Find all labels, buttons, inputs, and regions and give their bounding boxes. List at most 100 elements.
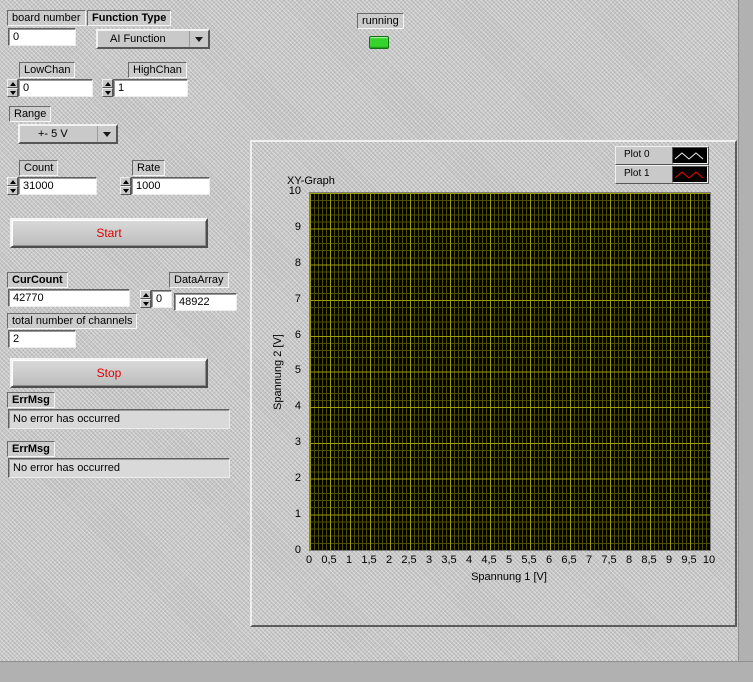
dataarray-index-field[interactable]: 0	[151, 290, 172, 308]
count-control: 31000	[7, 177, 97, 195]
running-label: running	[357, 13, 404, 29]
legend-item[interactable]: Plot 0	[615, 146, 709, 165]
down-arrow-icon	[9, 90, 16, 95]
curcount-label: CurCount	[7, 272, 68, 288]
x-tick-label: 5	[505, 554, 513, 566]
y-axis-title: Spannung 2 [V]	[272, 334, 284, 410]
x-tick-label: 7	[585, 554, 593, 566]
x-tick-label: 2,5	[401, 554, 417, 566]
dataarray-value-field: 48922	[174, 293, 237, 311]
highchan-control: 1	[102, 79, 188, 97]
plot-line-icon	[672, 166, 708, 183]
x-tick-label: 3,5	[441, 554, 457, 566]
total-channels-field: 2	[8, 330, 76, 348]
y-tick-label: 10	[288, 185, 301, 197]
errmsg-bottom-field: No error has occurred	[8, 458, 230, 478]
lowchan-decrement-button[interactable]	[7, 88, 18, 97]
function-type-value: AI Function	[110, 33, 166, 45]
x-tick-label: 7,5	[601, 554, 617, 566]
x-tick-label: 3	[425, 554, 433, 566]
x-tick-label: 0,5	[321, 554, 337, 566]
up-arrow-icon	[9, 81, 16, 86]
errmsg-bottom-label: ErrMsg	[7, 441, 55, 457]
highchan-decrement-button[interactable]	[102, 88, 113, 97]
range-dropdown[interactable]: +- 5 V	[18, 124, 118, 144]
legend-item-label: Plot 1	[624, 168, 650, 179]
board-number-field[interactable]: 0	[8, 28, 76, 46]
function-type-label: Function Type	[87, 10, 172, 26]
rate-increment-button[interactable]	[120, 177, 131, 186]
legend-item[interactable]: Plot 1	[615, 165, 709, 184]
y-tick-label: 8	[294, 256, 301, 269]
lowchan-label: LowChan	[19, 62, 76, 78]
x-tick-label: 6,5	[561, 554, 577, 566]
up-arrow-icon	[104, 81, 111, 86]
down-arrow-icon	[142, 301, 149, 306]
plot-legend: Plot 0 Plot 1	[615, 146, 709, 184]
dropdown-arrow-icon	[97, 126, 116, 142]
rate-field[interactable]: 1000	[131, 177, 210, 195]
y-tick-label: 9	[294, 220, 301, 233]
dataarray-index-decrement-button[interactable]	[140, 299, 151, 308]
down-arrow-icon	[122, 188, 129, 193]
up-arrow-icon	[9, 179, 16, 184]
highchan-label: HighChan	[128, 62, 187, 78]
y-tick-label: 1	[294, 508, 301, 521]
count-decrement-button[interactable]	[7, 186, 18, 195]
errmsg-top-field: No error has occurred	[8, 409, 230, 429]
y-tick-label: 0	[294, 543, 301, 556]
running-led	[369, 36, 389, 49]
count-label: Count	[19, 160, 59, 176]
x-tick-label: 8	[625, 554, 633, 566]
x-tick-label: 2	[385, 554, 393, 566]
start-button[interactable]: Start	[10, 218, 208, 248]
rate-decrement-button[interactable]	[120, 186, 131, 195]
range-value: +- 5 V	[38, 128, 68, 140]
dataarray-label: DataArray	[169, 272, 229, 288]
x-tick-label: 9,5	[681, 554, 697, 566]
lowchan-increment-button[interactable]	[7, 79, 18, 88]
highchan-field[interactable]: 1	[113, 79, 188, 97]
count-field[interactable]: 31000	[18, 177, 97, 195]
x-tick-label: 4	[465, 554, 473, 566]
window-edge-right	[738, 0, 753, 682]
legend-item-label: Plot 0	[624, 149, 650, 160]
rate-label: Rate	[132, 160, 166, 176]
x-tick-label: 10	[702, 554, 716, 566]
stop-button[interactable]: Stop	[10, 358, 208, 388]
x-tick-label: 1	[345, 554, 353, 566]
up-arrow-icon	[122, 179, 129, 184]
up-arrow-icon	[142, 292, 149, 297]
errmsg-top-label: ErrMsg	[7, 392, 55, 408]
x-axis-title: Spannung 1 [V]	[471, 571, 547, 583]
function-type-dropdown[interactable]: AI Function	[96, 29, 210, 49]
curcount-field: 42770	[8, 289, 130, 307]
y-tick-label: 2	[294, 472, 301, 485]
x-axis-tick-labels: 0 0,5 1 1,5 2 2,5 3 3,5 4 4,5 5 5,5 6 6,5 7 7,5 8 8,5 9 9,5…	[299, 554, 719, 566]
labview-front-panel: { "window": {"width": 753, "height": 682…	[0, 0, 753, 682]
xy-graph-panel: XY-Graph Plot 0 Plot 1 10 9 8 7 6 5 4 3 2 1 0 0 0,5…	[250, 140, 737, 627]
count-increment-button[interactable]	[7, 177, 18, 186]
plot-line-icon	[672, 147, 708, 164]
x-tick-label: 1,5	[361, 554, 377, 566]
dataarray-index-control: 0	[140, 290, 172, 308]
lowchan-field[interactable]: 0	[18, 79, 93, 97]
dropdown-arrow-icon	[189, 31, 208, 47]
x-tick-label: 5,5	[521, 554, 537, 566]
x-tick-label: 9	[665, 554, 673, 566]
dataarray-index-increment-button[interactable]	[140, 290, 151, 299]
plot-area[interactable]	[309, 192, 711, 551]
x-tick-label: 6	[545, 554, 553, 566]
x-tick-label: 8,5	[641, 554, 657, 566]
x-tick-label: 0	[305, 554, 313, 566]
board-number-label: board number	[7, 10, 86, 26]
total-channels-label: total number of channels	[7, 313, 138, 329]
down-arrow-icon	[104, 90, 111, 95]
highchan-increment-button[interactable]	[102, 79, 113, 88]
range-label: Range	[9, 106, 52, 122]
window-edge-bottom	[0, 661, 753, 682]
x-tick-label: 4,5	[481, 554, 497, 566]
lowchan-control: 0	[7, 79, 93, 97]
rate-control: 1000	[120, 177, 210, 195]
down-arrow-icon	[9, 188, 16, 193]
